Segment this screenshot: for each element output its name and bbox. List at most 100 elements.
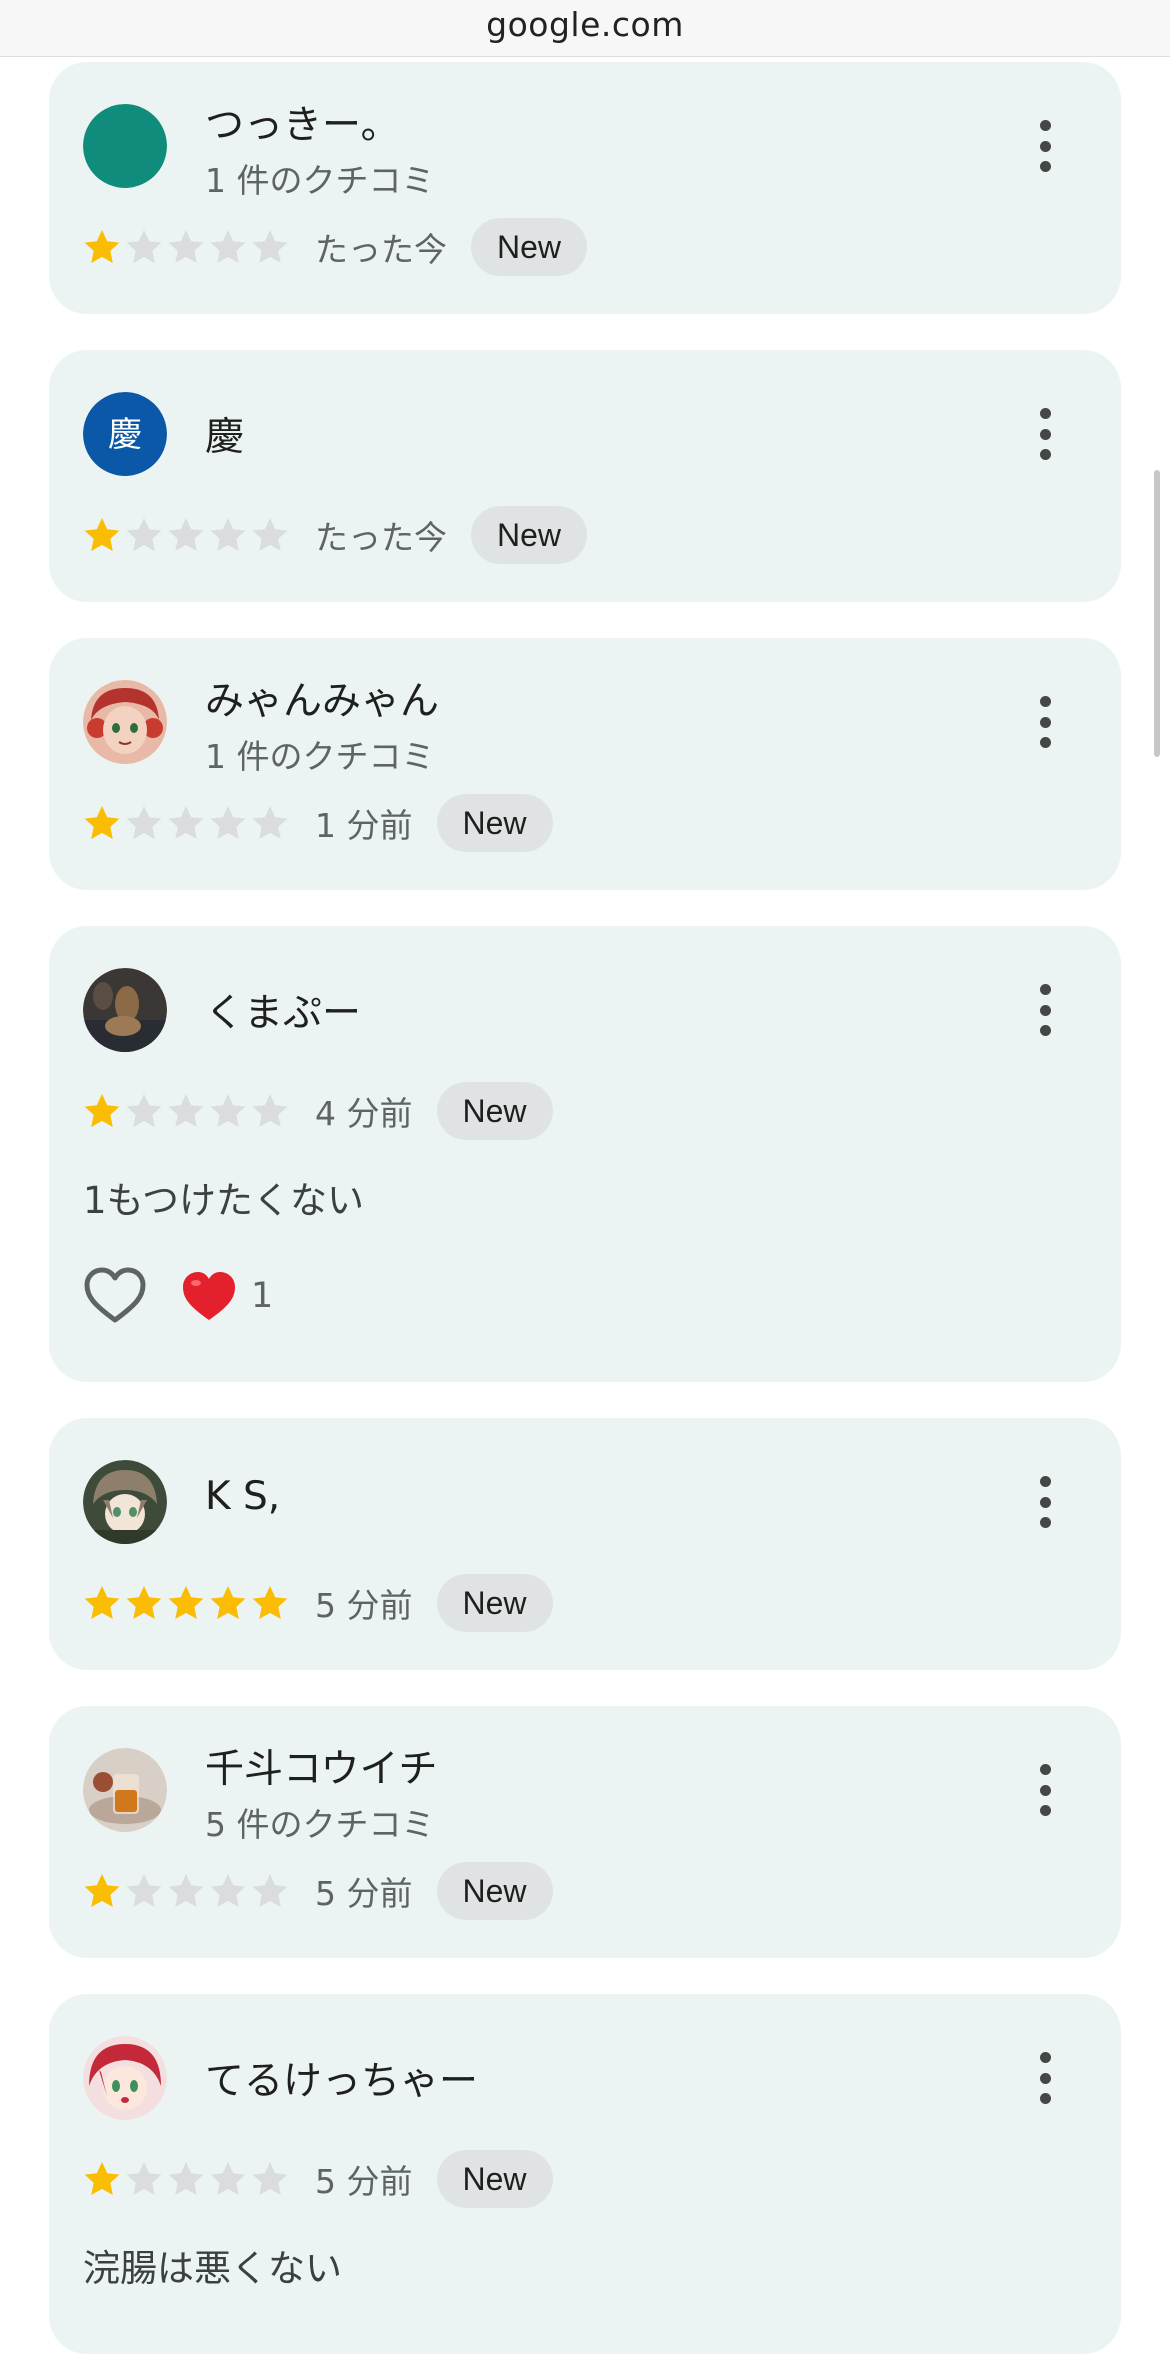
star-icon: [168, 2162, 204, 2195]
star-icon: [84, 230, 120, 263]
review-time: 1 分前: [315, 806, 413, 845]
star-icon: [126, 1586, 162, 1619]
star-icon: [252, 1094, 288, 1127]
red-heart-emoji-icon[interactable]: [181, 1270, 237, 1322]
new-badge: New: [436, 1862, 553, 1920]
star-icon: [168, 518, 204, 551]
more-vert-icon[interactable]: [1033, 1760, 1057, 1820]
star-icon: [252, 806, 288, 839]
star-icon: [84, 518, 120, 551]
rating-row: 5 分前 New: [83, 2150, 553, 2208]
avatar[interactable]: [83, 680, 167, 764]
review-card: 千斗コウイチ 5 件のクチコミ 5 分前 New: [49, 1706, 1121, 1958]
rating-row: 5 分前 New: [83, 1862, 553, 1920]
scrollbar[interactable]: [1154, 470, 1160, 757]
star-icon: [84, 2162, 120, 2195]
star-icon: [210, 518, 246, 551]
star-rating: [83, 228, 293, 266]
star-icon: [210, 230, 246, 263]
more-vert-icon[interactable]: [1033, 1472, 1057, 1532]
star-icon: [252, 2162, 288, 2195]
star-icon: [252, 230, 288, 263]
reviewer-name[interactable]: てるけっちゃー: [205, 2050, 478, 2106]
star-icon: [168, 230, 204, 263]
avatar[interactable]: [83, 2036, 167, 2120]
url-text: google.com: [486, 4, 684, 44]
star-icon: [168, 1586, 204, 1619]
rating-row: 4 分前 New: [83, 1082, 553, 1140]
reaction-count: 1: [251, 1276, 274, 1316]
review-count: 1 件のクチコミ: [205, 161, 435, 200]
star-icon: [210, 2162, 246, 2195]
star-icon: [126, 2162, 162, 2195]
star-icon: [126, 1874, 162, 1907]
review-card: てるけっちゃー 5 分前 New 浣腸は悪くない: [49, 1994, 1121, 2354]
more-vert-icon[interactable]: [1033, 2048, 1057, 2108]
reviewer-name[interactable]: くまぷー: [205, 982, 361, 1038]
review-time: 5 分前: [315, 2162, 413, 2201]
new-badge: New: [436, 794, 553, 852]
star-icon: [252, 1586, 288, 1619]
star-icon: [126, 518, 162, 551]
avatar-letter: 慶: [108, 415, 142, 455]
more-vert-icon[interactable]: [1033, 404, 1057, 464]
review-time: 5 分前: [315, 1586, 413, 1625]
review-card: くまぷー 4 分前 New 1もつけたくない 1: [49, 926, 1121, 1382]
star-icon: [210, 1094, 246, 1127]
avatar[interactable]: [83, 104, 167, 188]
star-icon: [252, 1874, 288, 1907]
review-count: 5 件のクチコミ: [205, 1805, 435, 1844]
review-time: 5 分前: [315, 1874, 413, 1913]
star-rating: [83, 1872, 293, 1910]
star-icon: [210, 806, 246, 839]
star-icon: [126, 806, 162, 839]
more-vert-icon[interactable]: [1033, 116, 1057, 176]
avatar[interactable]: 慶: [83, 392, 167, 476]
review-card: つっきー。 1 件のクチコミ たった今 New: [49, 62, 1121, 314]
star-icon: [84, 1874, 120, 1907]
review-time: たった今: [315, 518, 447, 557]
reviewer-name[interactable]: K S,: [205, 1474, 280, 1519]
review-card: 慶 慶 たった今 New: [49, 350, 1121, 602]
rating-row: たった今 New: [83, 506, 588, 564]
star-icon: [168, 1094, 204, 1127]
new-badge: New: [471, 506, 588, 564]
rating-row: 5 分前 New: [83, 1574, 553, 1632]
star-icon: [126, 1094, 162, 1127]
review-time: 4 分前: [315, 1094, 413, 1133]
avatar[interactable]: [83, 1460, 167, 1544]
new-badge: New: [436, 1574, 553, 1632]
star-icon: [210, 1586, 246, 1619]
star-icon: [84, 806, 120, 839]
star-rating: [83, 516, 293, 554]
review-text: 1もつけたくない: [83, 1179, 365, 1222]
new-badge: New: [436, 2150, 553, 2208]
review-text: 浣腸は悪くない: [83, 2247, 342, 2290]
star-icon: [210, 1874, 246, 1907]
reviewer-name[interactable]: みゃんみゃん: [205, 670, 439, 726]
review-count: 1 件のクチコミ: [205, 737, 435, 776]
star-icon: [84, 1586, 120, 1619]
review-time: たった今: [315, 230, 447, 269]
more-vert-icon[interactable]: [1033, 980, 1057, 1040]
star-rating: [83, 1092, 293, 1130]
review-card: K S, 5 分前 New: [49, 1418, 1121, 1670]
reviewer-name[interactable]: 慶: [205, 406, 244, 462]
star-rating: [83, 1584, 293, 1622]
star-icon: [168, 1874, 204, 1907]
reviewer-name[interactable]: つっきー。: [205, 94, 400, 150]
rating-row: 1 分前 New: [83, 794, 553, 852]
new-badge: New: [471, 218, 588, 276]
browser-address-bar[interactable]: google.com: [0, 0, 1170, 57]
rating-row: たった今 New: [83, 218, 588, 276]
heart-outline-icon[interactable]: [83, 1266, 147, 1326]
avatar[interactable]: [83, 1748, 167, 1832]
reviewer-name[interactable]: 千斗コウイチ: [205, 1738, 437, 1794]
review-card: みゃんみゃん 1 件のクチコミ 1 分前 New: [49, 638, 1121, 890]
star-icon: [126, 230, 162, 263]
avatar[interactable]: [83, 968, 167, 1052]
star-icon: [168, 806, 204, 839]
more-vert-icon[interactable]: [1033, 692, 1057, 752]
star-rating: [83, 2160, 293, 2198]
new-badge: New: [436, 1082, 553, 1140]
